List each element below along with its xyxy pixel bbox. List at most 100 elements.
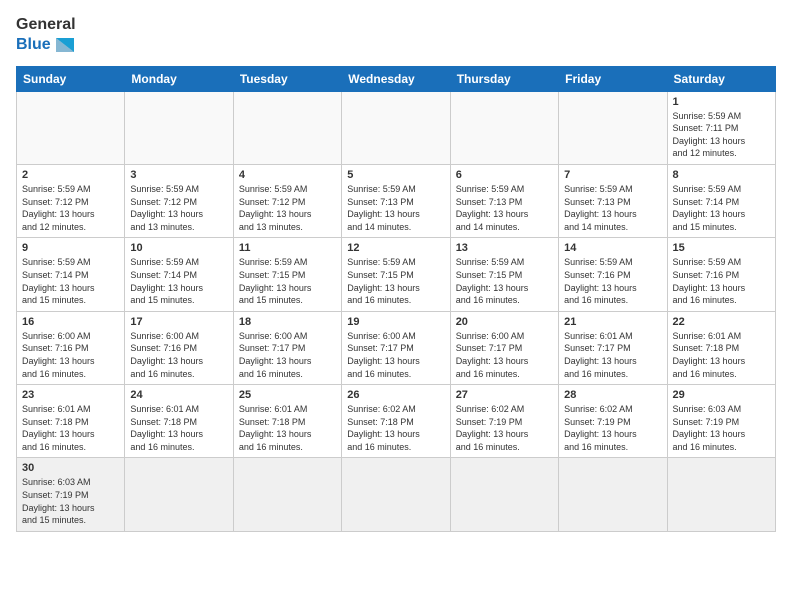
calendar-day-cell: 23 Sunrise: 6:01 AM Sunset: 7:18 PM Dayli… bbox=[17, 385, 125, 458]
calendar-day-cell: 15 Sunrise: 5:59 AM Sunset: 7:16 PM Dayli… bbox=[667, 238, 775, 311]
day-number: 14 bbox=[564, 242, 661, 254]
calendar-day-cell: 16Sunrise: 6:00 AM Sunset: 7:16 PM Dayli… bbox=[17, 311, 125, 384]
calendar-header-row: SundayMondayTuesdayWednesdayThursdayFrid… bbox=[17, 66, 776, 91]
calendar-day-header: Tuesday bbox=[233, 66, 341, 91]
day-info: Sunrise: 5:59 AM Sunset: 7:12 PM Dayligh… bbox=[22, 183, 119, 233]
calendar-table: SundayMondayTuesdayWednesdayThursdayFrid… bbox=[16, 66, 776, 532]
day-info: Sunrise: 5:59 AM Sunset: 7:13 PM Dayligh… bbox=[456, 183, 553, 233]
day-info: Sunrise: 5:59 AM Sunset: 7:11 PM Dayligh… bbox=[673, 110, 770, 160]
day-info: Sunrise: 6:00 AM Sunset: 7:16 PM Dayligh… bbox=[130, 330, 227, 380]
calendar-day-cell bbox=[450, 91, 558, 164]
day-number: 19 bbox=[347, 316, 444, 328]
day-number: 22 bbox=[673, 316, 770, 328]
day-info: Sunrise: 5:59 AM Sunset: 7:13 PM Dayligh… bbox=[347, 183, 444, 233]
day-number: 9 bbox=[22, 242, 119, 254]
day-info: Sunrise: 5:59 AM Sunset: 7:15 PM Dayligh… bbox=[347, 256, 444, 306]
page-header: General Blue bbox=[16, 16, 776, 56]
day-number: 18 bbox=[239, 316, 336, 328]
calendar-day-cell bbox=[342, 91, 450, 164]
calendar-week-row: 23 Sunrise: 6:01 AM Sunset: 7:18 PM Dayli… bbox=[17, 385, 776, 458]
calendar-day-cell: 22 Sunrise: 6:01 AM Sunset: 7:18 PM Dayli… bbox=[667, 311, 775, 384]
day-number: 13 bbox=[456, 242, 553, 254]
logo-wordmark: General Blue bbox=[16, 16, 76, 56]
calendar-day-header: Wednesday bbox=[342, 66, 450, 91]
day-number: 28 bbox=[564, 389, 661, 401]
day-info: Sunrise: 6:02 AM Sunset: 7:18 PM Dayligh… bbox=[347, 403, 444, 453]
calendar-day-cell bbox=[559, 458, 667, 531]
calendar-day-cell: 10Sunrise: 5:59 AM Sunset: 7:14 PM Dayli… bbox=[125, 238, 233, 311]
day-info: Sunrise: 6:01 AM Sunset: 7:18 PM Dayligh… bbox=[673, 330, 770, 380]
calendar-week-row: 30 Sunrise: 6:03 AM Sunset: 7:19 PM Dayli… bbox=[17, 458, 776, 531]
calendar-week-row: 2Sunrise: 5:59 AM Sunset: 7:12 PM Daylig… bbox=[17, 164, 776, 237]
day-info: Sunrise: 5:59 AM Sunset: 7:16 PM Dayligh… bbox=[564, 256, 661, 306]
calendar-day-header: Sunday bbox=[17, 66, 125, 91]
day-number: 10 bbox=[130, 242, 227, 254]
calendar-day-cell: 18 Sunrise: 6:00 AM Sunset: 7:17 PM Dayli… bbox=[233, 311, 341, 384]
day-info: Sunrise: 6:03 AM Sunset: 7:19 PM Dayligh… bbox=[22, 476, 119, 526]
day-number: 30 bbox=[22, 462, 119, 474]
calendar-day-cell: 26 Sunrise: 6:02 AM Sunset: 7:18 PM Dayli… bbox=[342, 385, 450, 458]
day-number: 15 bbox=[673, 242, 770, 254]
day-number: 21 bbox=[564, 316, 661, 328]
calendar-day-cell: 20 Sunrise: 6:00 AM Sunset: 7:17 PM Dayli… bbox=[450, 311, 558, 384]
day-number: 3 bbox=[130, 169, 227, 181]
calendar-day-header: Monday bbox=[125, 66, 233, 91]
day-number: 5 bbox=[347, 169, 444, 181]
calendar-day-cell: 24Sunrise: 6:01 AM Sunset: 7:18 PM Dayli… bbox=[125, 385, 233, 458]
calendar-day-cell: 7 Sunrise: 5:59 AM Sunset: 7:13 PM Daylig… bbox=[559, 164, 667, 237]
day-number: 11 bbox=[239, 242, 336, 254]
calendar-week-row: 9 Sunrise: 5:59 AM Sunset: 7:14 PM Daylig… bbox=[17, 238, 776, 311]
logo-general-text: General bbox=[16, 16, 76, 34]
calendar-day-cell: 3 Sunrise: 5:59 AM Sunset: 7:12 PM Daylig… bbox=[125, 164, 233, 237]
calendar-day-cell: 27 Sunrise: 6:02 AM Sunset: 7:19 PM Dayli… bbox=[450, 385, 558, 458]
calendar-day-cell: 6 Sunrise: 5:59 AM Sunset: 7:13 PM Daylig… bbox=[450, 164, 558, 237]
calendar-day-cell: 2Sunrise: 5:59 AM Sunset: 7:12 PM Daylig… bbox=[17, 164, 125, 237]
calendar-day-cell bbox=[450, 458, 558, 531]
calendar-week-row: 16Sunrise: 6:00 AM Sunset: 7:16 PM Dayli… bbox=[17, 311, 776, 384]
day-info: Sunrise: 6:00 AM Sunset: 7:16 PM Dayligh… bbox=[22, 330, 119, 380]
calendar-day-cell bbox=[342, 458, 450, 531]
day-info: Sunrise: 5:59 AM Sunset: 7:14 PM Dayligh… bbox=[22, 256, 119, 306]
calendar-day-cell: 14 Sunrise: 5:59 AM Sunset: 7:16 PM Dayli… bbox=[559, 238, 667, 311]
calendar-day-cell bbox=[17, 91, 125, 164]
day-number: 26 bbox=[347, 389, 444, 401]
day-info: Sunrise: 5:59 AM Sunset: 7:14 PM Dayligh… bbox=[673, 183, 770, 233]
calendar-day-cell: 8 Sunrise: 5:59 AM Sunset: 7:14 PM Daylig… bbox=[667, 164, 775, 237]
day-info: Sunrise: 6:00 AM Sunset: 7:17 PM Dayligh… bbox=[347, 330, 444, 380]
day-number: 7 bbox=[564, 169, 661, 181]
calendar-day-cell: 5 Sunrise: 5:59 AM Sunset: 7:13 PM Daylig… bbox=[342, 164, 450, 237]
day-number: 20 bbox=[456, 316, 553, 328]
day-info: Sunrise: 6:02 AM Sunset: 7:19 PM Dayligh… bbox=[456, 403, 553, 453]
calendar-day-cell: 17 Sunrise: 6:00 AM Sunset: 7:16 PM Dayli… bbox=[125, 311, 233, 384]
day-number: 23 bbox=[22, 389, 119, 401]
day-number: 17 bbox=[130, 316, 227, 328]
day-number: 4 bbox=[239, 169, 336, 181]
calendar-day-header: Saturday bbox=[667, 66, 775, 91]
day-info: Sunrise: 6:00 AM Sunset: 7:17 PM Dayligh… bbox=[456, 330, 553, 380]
day-number: 29 bbox=[673, 389, 770, 401]
calendar-day-cell: 29Sunrise: 6:03 AM Sunset: 7:19 PM Dayli… bbox=[667, 385, 775, 458]
calendar-day-cell bbox=[559, 91, 667, 164]
day-number: 6 bbox=[456, 169, 553, 181]
calendar-day-cell: 12Sunrise: 5:59 AM Sunset: 7:15 PM Dayli… bbox=[342, 238, 450, 311]
day-info: Sunrise: 5:59 AM Sunset: 7:16 PM Dayligh… bbox=[673, 256, 770, 306]
day-info: Sunrise: 6:01 AM Sunset: 7:18 PM Dayligh… bbox=[239, 403, 336, 453]
calendar-day-cell: 4 Sunrise: 5:59 AM Sunset: 7:12 PM Daylig… bbox=[233, 164, 341, 237]
day-info: Sunrise: 6:02 AM Sunset: 7:19 PM Dayligh… bbox=[564, 403, 661, 453]
day-info: Sunrise: 6:00 AM Sunset: 7:17 PM Dayligh… bbox=[239, 330, 336, 380]
day-number: 24 bbox=[130, 389, 227, 401]
day-info: Sunrise: 5:59 AM Sunset: 7:13 PM Dayligh… bbox=[564, 183, 661, 233]
day-info: Sunrise: 5:59 AM Sunset: 7:12 PM Dayligh… bbox=[239, 183, 336, 233]
calendar-day-cell bbox=[233, 458, 341, 531]
day-number: 25 bbox=[239, 389, 336, 401]
day-number: 27 bbox=[456, 389, 553, 401]
day-info: Sunrise: 5:59 AM Sunset: 7:12 PM Dayligh… bbox=[130, 183, 227, 233]
calendar-day-cell: 30 Sunrise: 6:03 AM Sunset: 7:19 PM Dayli… bbox=[17, 458, 125, 531]
calendar-week-row: 1Sunrise: 5:59 AM Sunset: 7:11 PM Daylig… bbox=[17, 91, 776, 164]
calendar-day-header: Friday bbox=[559, 66, 667, 91]
day-info: Sunrise: 6:01 AM Sunset: 7:18 PM Dayligh… bbox=[22, 403, 119, 453]
calendar-day-cell: 9 Sunrise: 5:59 AM Sunset: 7:14 PM Daylig… bbox=[17, 238, 125, 311]
day-number: 8 bbox=[673, 169, 770, 181]
day-info: Sunrise: 5:59 AM Sunset: 7:15 PM Dayligh… bbox=[239, 256, 336, 306]
calendar-day-cell bbox=[125, 91, 233, 164]
